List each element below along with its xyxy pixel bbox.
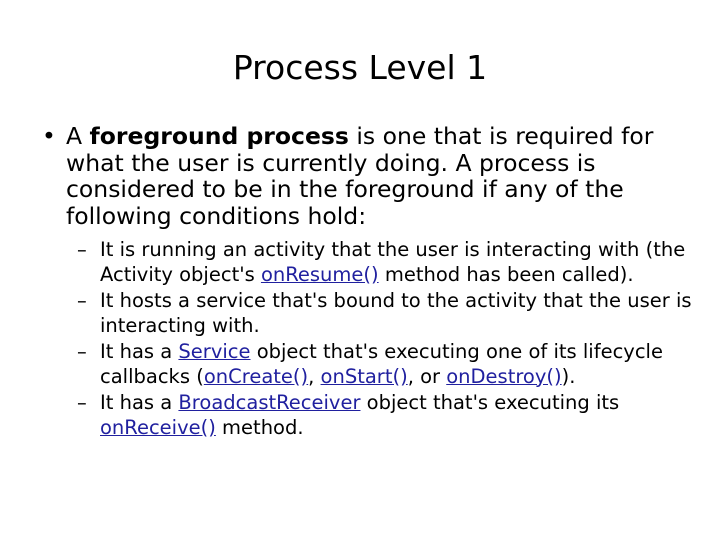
bullet-marker-icon: •: [42, 122, 56, 150]
slide-body: • A foreground process is one that is re…: [34, 123, 694, 442]
bullet-text-level1: A foreground process is one that is requ…: [66, 123, 694, 229]
dash-marker-icon: –: [77, 391, 87, 414]
text-run: method.: [215, 415, 304, 439]
text-run: It has a: [100, 340, 179, 363]
list-item: – It has a BroadcastReceiver object that…: [34, 391, 694, 440]
bold-text: foreground process: [89, 122, 349, 150]
sub-bullet-text: It hosts a service that's bound to the a…: [100, 289, 694, 338]
text-run: method has been called).: [378, 262, 634, 286]
hyperlink[interactable]: onDestroy(): [446, 365, 561, 388]
dash-marker-icon: –: [77, 340, 87, 363]
text-run: ,: [308, 364, 321, 388]
hyperlink[interactable]: onResume(): [261, 263, 379, 286]
text-run: It hosts a service that's bound to the a…: [100, 289, 692, 337]
list-item: – It is running an activity that the use…: [34, 238, 694, 287]
text-run: ).: [561, 364, 576, 388]
text-run: A: [66, 122, 90, 150]
slide: Process Level 1 • A foreground process i…: [0, 0, 720, 540]
sub-bullet-text: It has a Service object that's executing…: [100, 340, 694, 389]
hyperlink[interactable]: onStart(): [321, 365, 408, 388]
hyperlink[interactable]: onReceive(): [100, 416, 216, 439]
sub-bullet-text: It has a BroadcastReceiver object that's…: [100, 391, 694, 440]
sub-bullet-list: – It is running an activity that the use…: [34, 238, 694, 440]
bullet-item-level1: • A foreground process is one that is re…: [34, 123, 694, 229]
sub-bullet-text: It is running an activity that the user …: [100, 238, 694, 287]
text-run: object that's executing its: [360, 391, 620, 414]
text-run: It has a: [100, 391, 179, 414]
list-item: – It hosts a service that's bound to the…: [34, 289, 694, 338]
dash-marker-icon: –: [77, 289, 87, 312]
hyperlink[interactable]: onCreate(): [204, 365, 308, 388]
list-item: – It has a Service object that's executi…: [34, 340, 694, 389]
page-title: Process Level 1: [232, 48, 488, 87]
hyperlink[interactable]: Service: [178, 340, 250, 363]
hyperlink[interactable]: BroadcastReceiver: [178, 391, 360, 414]
text-run: , or: [407, 364, 447, 388]
dash-marker-icon: –: [77, 238, 87, 261]
